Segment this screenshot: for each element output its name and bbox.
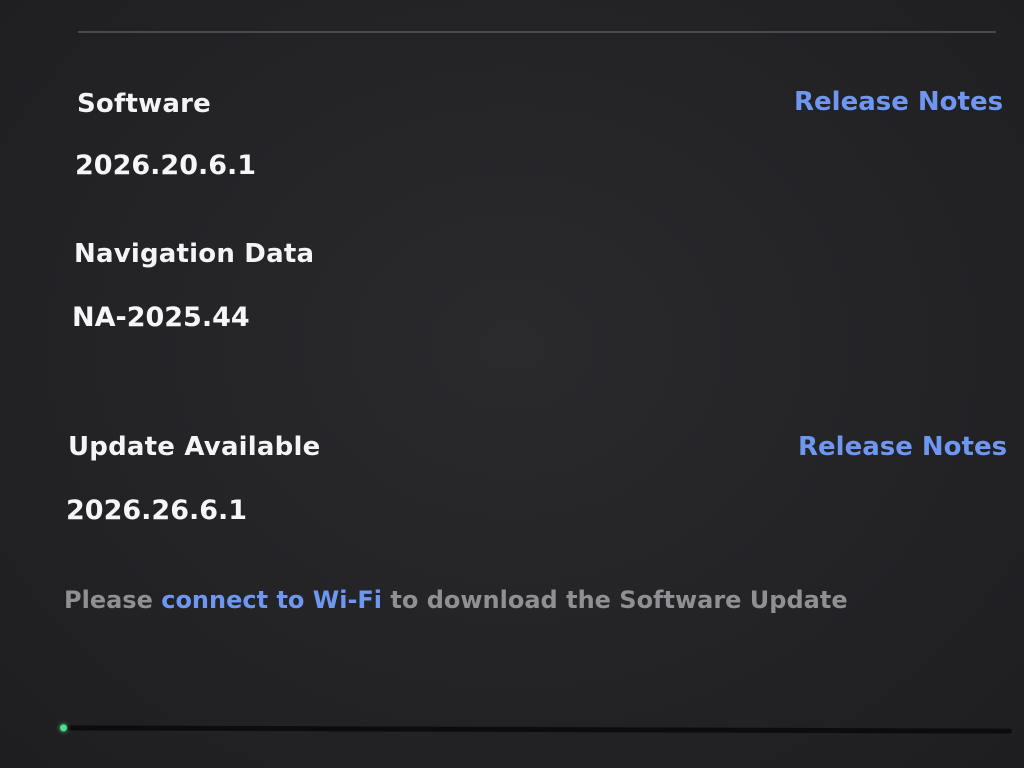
navigation-data-label: Navigation Data [74, 239, 315, 269]
update-release-notes-link[interactable]: Release Notes [798, 432, 1007, 462]
software-update-screen: Software Release Notes 2026.20.6.1 Navig… [0, 0, 1024, 768]
software-label: Software [77, 89, 211, 119]
notice-suffix: to download the Software Update [382, 586, 848, 614]
software-release-notes-link[interactable]: Release Notes [794, 87, 1003, 117]
connect-wifi-link[interactable]: connect to Wi-Fi [161, 586, 382, 614]
update-version: 2026.26.6.1 [66, 495, 248, 526]
top-divider [78, 31, 996, 33]
download-progress-bar [59, 724, 1013, 734]
progress-indicator-dot [59, 724, 68, 732]
update-available-label: Update Available [68, 432, 321, 462]
software-version: 2026.20.6.1 [75, 150, 257, 181]
navigation-data-version: NA-2025.44 [72, 302, 250, 333]
wifi-notice: Please connect to Wi-Fi to download the … [64, 586, 848, 614]
notice-prefix: Please [64, 586, 162, 614]
